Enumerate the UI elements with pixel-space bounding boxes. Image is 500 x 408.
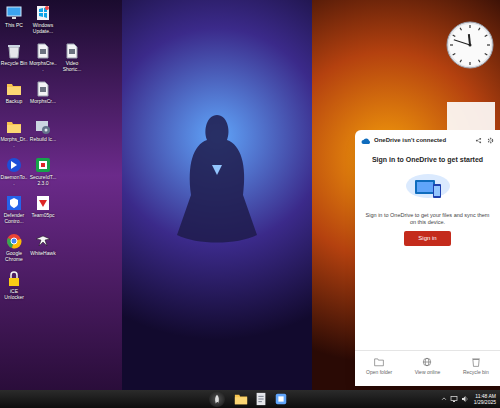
- desktop-icon[interactable]: Morphs_Dr...: [0, 117, 28, 155]
- taskbar: 11:48 AM1/29/2025: [0, 390, 500, 408]
- speaker-icon[interactable]: [461, 395, 469, 403]
- footer-button[interactable]: View online: [403, 357, 451, 377]
- clock-widget[interactable]: [446, 21, 494, 69]
- desktop-icon[interactable]: SecureIdT... 2.3.0: [29, 155, 57, 193]
- globe-icon: [422, 357, 432, 367]
- footer-label: Recycle bin: [463, 369, 489, 377]
- gear-icon: [35, 119, 51, 135]
- icon-label: Team05pc: [29, 212, 57, 218]
- hour-hand: [469, 34, 470, 45]
- shield-icon: [6, 195, 22, 211]
- file-icon: [35, 81, 51, 97]
- file-icon: [35, 43, 51, 59]
- icon-label: Video Shortc...: [58, 60, 86, 72]
- date-text: 1/29/2025: [474, 399, 496, 405]
- minute-hand: [454, 40, 470, 45]
- icon-label: Windows Update...: [29, 22, 57, 34]
- icon-label: Rebuild Ic...: [29, 136, 57, 142]
- bin-icon: [6, 43, 22, 59]
- app-icon[interactable]: [273, 391, 289, 407]
- icon-label: MorphsCr...: [29, 98, 57, 104]
- desktop-icon[interactable]: MorphsCr...: [29, 79, 57, 117]
- devices-illustration-icon: [403, 172, 453, 206]
- icon-label: Google Chrome: [0, 250, 28, 262]
- icon-label: Morphs_Dr...: [0, 136, 28, 148]
- panel-text: Sign in to OneDrive to get your files an…: [365, 212, 490, 226]
- footer-label: Open folder: [366, 369, 392, 377]
- start-button[interactable]: [209, 391, 225, 407]
- desktop-icon[interactable]: Windows Update...: [29, 3, 57, 41]
- lock-icon: [6, 271, 22, 287]
- desktop-icon[interactable]: Google Chrome: [0, 231, 28, 269]
- team-icon: [35, 195, 51, 211]
- explorer-icon[interactable]: [233, 391, 249, 407]
- folder-icon: [374, 357, 384, 367]
- clock-area[interactable]: 11:48 AM1/29/2025: [474, 393, 496, 405]
- bin-icon: [471, 357, 481, 367]
- desktop-icon[interactable]: Team05pc: [29, 193, 57, 231]
- desktop-icon[interactable]: This PC: [0, 3, 28, 41]
- chevron-icon[interactable]: [441, 396, 447, 402]
- panel-title: Sign in to OneDrive to get started: [372, 155, 483, 166]
- gear-icon[interactable]: [487, 137, 494, 144]
- secure-icon: [35, 157, 51, 173]
- header-actions[interactable]: [475, 137, 494, 144]
- desktop-icon[interactable]: DaemonTo...: [0, 155, 28, 193]
- icon-label: SecureIdT... 2.3.0: [29, 174, 57, 186]
- pc-icon: [6, 5, 22, 21]
- icon-label: Defender Contro...: [0, 212, 28, 224]
- share-icon[interactable]: [475, 137, 482, 144]
- file-icon: [64, 43, 80, 59]
- clock-face-icon: [446, 21, 494, 69]
- folder-icon: [6, 81, 22, 97]
- panel-header: OneDrive isn't connected: [374, 136, 472, 145]
- icon-label: MorphsCre...: [29, 60, 57, 72]
- footer-label: View online: [415, 369, 440, 377]
- icon-label: WhiteHawk: [29, 250, 57, 256]
- notepad-icon[interactable]: [253, 391, 269, 407]
- icon-label: DaemonTo...: [0, 174, 28, 186]
- chrome-icon: [6, 233, 22, 249]
- footer-button[interactable]: Open folder: [355, 357, 403, 377]
- cloud-icon: [361, 137, 371, 145]
- desktop-icon[interactable]: Defender Contro...: [0, 193, 28, 231]
- icon-label: This PC: [0, 22, 28, 28]
- time-text: 11:48 AM: [475, 393, 496, 399]
- desktop-icon[interactable]: iCE Unlocker: [0, 269, 28, 307]
- icon-label: Recycle Bin: [0, 60, 28, 66]
- widget: [447, 102, 495, 130]
- daemon-icon: [6, 157, 22, 173]
- footer-button[interactable]: Recycle bin: [452, 357, 500, 377]
- icon-label: Backup: [0, 98, 28, 104]
- desktop-icon[interactable]: Rebuild Ic...: [29, 117, 57, 155]
- folder-icon: [6, 119, 22, 135]
- start-logo-icon: [212, 394, 222, 404]
- hawk-icon: [35, 233, 51, 249]
- desktop-icon[interactable]: MorphsCre...: [29, 41, 57, 79]
- system-tray[interactable]: [441, 395, 469, 403]
- desktop-icon[interactable]: Video Shortc...: [58, 41, 86, 79]
- network-icon[interactable]: [450, 395, 458, 403]
- desktop-icon[interactable]: WhiteHawk: [29, 231, 57, 269]
- desktop-icon[interactable]: Recycle Bin: [0, 41, 28, 79]
- onedrive-panel: OneDrive isn't connected Sign in to OneDr…: [355, 130, 500, 386]
- desktop-icon[interactable]: Backup: [0, 79, 28, 117]
- icon-label: iCE Unlocker: [0, 288, 28, 300]
- sign-in-button[interactable]: Sign in: [404, 231, 450, 246]
- update-icon: [35, 5, 51, 21]
